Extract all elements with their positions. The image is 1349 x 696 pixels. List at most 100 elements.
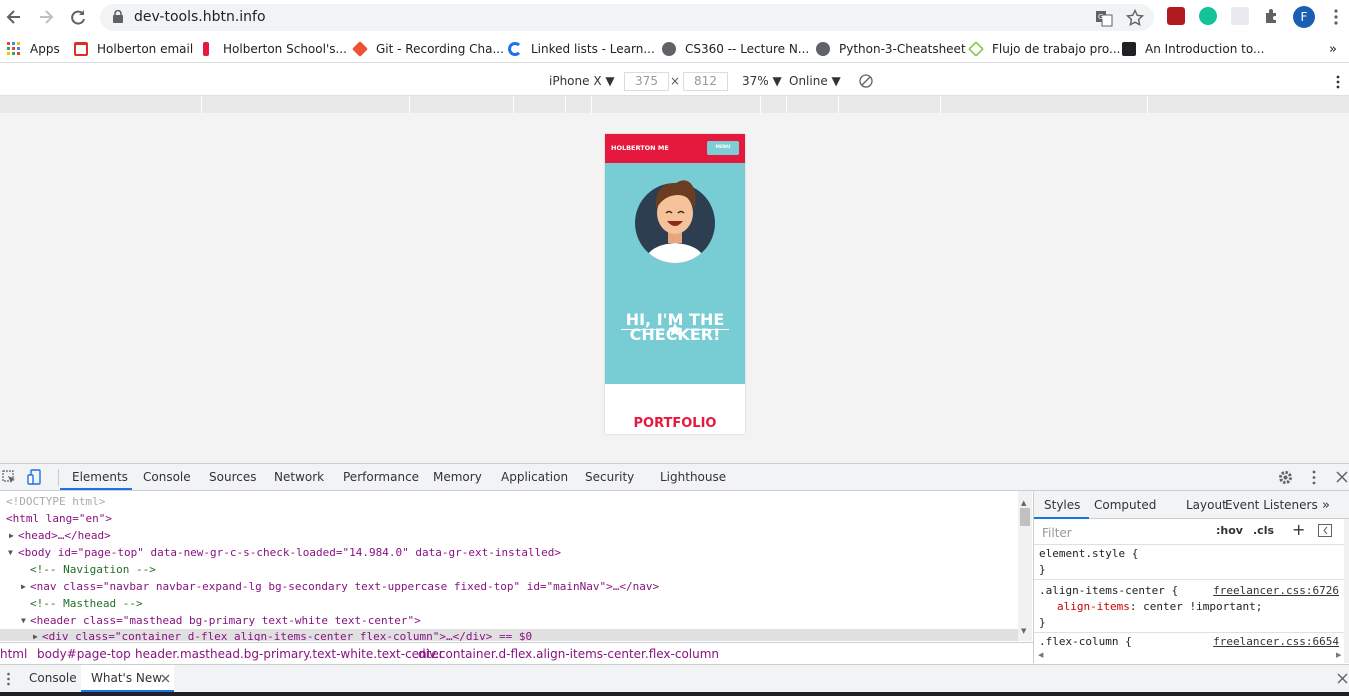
bookmark-introduction[interactable]: An Introduction to... bbox=[1122, 41, 1264, 57]
drawer-tab-whats-new[interactable]: What's New bbox=[91, 671, 162, 685]
bookmark-flujo[interactable]: Flujo de trabajo pro... bbox=[968, 41, 1120, 57]
tab-network[interactable]: Network bbox=[274, 470, 324, 484]
close-tab-icon[interactable] bbox=[161, 674, 170, 683]
height-input[interactable]: 812 bbox=[683, 72, 728, 91]
bookmark-linked-lists[interactable]: Linked lists - Learn... bbox=[508, 41, 655, 57]
tab-styles[interactable]: Styles bbox=[1044, 498, 1080, 512]
cls-toggle[interactable]: .cls bbox=[1253, 524, 1274, 537]
styles-scrollbar[interactable] bbox=[1344, 519, 1349, 663]
tab-sources[interactable]: Sources bbox=[209, 470, 256, 484]
tab-memory[interactable]: Memory bbox=[433, 470, 482, 484]
rule-source-link[interactable]: freelancer.css:6726 bbox=[1213, 584, 1339, 597]
close-drawer-icon[interactable] bbox=[1337, 673, 1348, 684]
more-tabs-icon[interactable]: » bbox=[1322, 498, 1330, 513]
dom-line[interactable]: <!-- Navigation --> bbox=[30, 561, 1018, 578]
close-devtools-icon[interactable] bbox=[1336, 471, 1348, 483]
bookmark-apps[interactable]: Apps bbox=[7, 41, 60, 57]
styles-filter-input[interactable]: Filter bbox=[1039, 524, 1206, 542]
forward-arrow-icon[interactable] bbox=[35, 6, 57, 28]
device-toggle-icon[interactable] bbox=[27, 469, 43, 485]
device-select[interactable]: iPhone X ▼ bbox=[549, 74, 615, 88]
scroll-left-icon[interactable]: ◀ bbox=[1038, 651, 1043, 659]
toggle-sidebar-icon[interactable] bbox=[1318, 524, 1332, 537]
rule-source-link[interactable]: freelancer.css:6654 bbox=[1213, 635, 1339, 648]
zoom-select[interactable]: 37% ▼ bbox=[742, 74, 782, 88]
css-declaration[interactable]: align-items: center !important; bbox=[1057, 600, 1262, 613]
chrome-menu-icon[interactable] bbox=[1331, 8, 1341, 26]
dom-line-selected[interactable]: <div class="container d-flex align-items… bbox=[42, 628, 1018, 641]
apps-grid-icon bbox=[7, 42, 20, 55]
collapse-triangle-icon[interactable]: ▼ bbox=[8, 548, 13, 557]
rule-close: } bbox=[1039, 616, 1046, 629]
dom-line[interactable]: <body id="page-top" data-new-gr-c-s-chec… bbox=[18, 544, 1018, 561]
elements-scrollbar[interactable]: ▲ ▼ bbox=[1018, 491, 1032, 641]
network-throttle-select[interactable]: Online ▼ bbox=[789, 74, 841, 88]
breadcrumb: html body#page-top header.masthead.bg-pr… bbox=[0, 642, 1033, 664]
breadcrumb-item[interactable]: html bbox=[0, 647, 27, 661]
width-input[interactable]: 375 bbox=[624, 72, 669, 91]
elements-tree[interactable]: <!DOCTYPE html> <html lang="en"> <head>…… bbox=[0, 491, 1018, 641]
puzzle-icon[interactable] bbox=[1263, 8, 1280, 25]
bookmark-label: Holberton email bbox=[97, 42, 194, 56]
address-bar[interactable]: dev-tools.hbtn.info G bbox=[100, 4, 1154, 31]
tab-elements[interactable]: Elements bbox=[72, 470, 128, 484]
tab-computed[interactable]: Computed bbox=[1094, 498, 1156, 512]
drawer-menu-icon[interactable] bbox=[6, 672, 11, 686]
bookmark-star-icon[interactable] bbox=[1126, 9, 1144, 27]
dom-line[interactable]: <nav class="navbar navbar-expand-lg bg-s… bbox=[30, 578, 1018, 595]
bookmark-holberton-school[interactable]: Holberton School's... bbox=[203, 41, 347, 57]
collapse-triangle-icon[interactable]: ▼ bbox=[21, 616, 26, 625]
more-bookmarks-icon[interactable]: » bbox=[1329, 41, 1337, 57]
tab-console[interactable]: Console bbox=[143, 470, 191, 484]
breadcrumb-item-active[interactable]: div.container.d-flex.align-items-center.… bbox=[418, 647, 719, 661]
element-style-rule[interactable]: element.style { bbox=[1039, 547, 1138, 560]
expand-triangle-icon[interactable]: ▶ bbox=[21, 582, 26, 591]
dom-line[interactable]: <!DOCTYPE html> bbox=[6, 493, 1018, 510]
rule-selector[interactable]: .flex-column { bbox=[1039, 635, 1132, 648]
device-toolbar-menu-icon[interactable] bbox=[1335, 75, 1341, 89]
extension-icon[interactable] bbox=[1231, 7, 1249, 25]
new-rule-plus-icon[interactable]: + bbox=[1292, 520, 1305, 539]
breadcrumb-item[interactable]: body#page-top bbox=[37, 647, 131, 661]
tab-application[interactable]: Application bbox=[501, 470, 568, 484]
page-brand[interactable]: HOLBERTON ME bbox=[611, 144, 669, 152]
bookmark-cs360[interactable]: CS360 -- Lecture N... bbox=[662, 41, 809, 57]
reload-icon[interactable] bbox=[67, 6, 89, 28]
translate-icon[interactable]: G bbox=[1095, 9, 1113, 27]
tab-layout[interactable]: Layout bbox=[1186, 498, 1227, 512]
bookmark-python-cheatsheet[interactable]: Python-3-Cheatsheet bbox=[816, 41, 966, 57]
dom-line[interactable]: <header class="masthead bg-primary text-… bbox=[30, 612, 1018, 629]
back-arrow-icon[interactable] bbox=[3, 6, 25, 28]
emulated-page[interactable]: HOLBERTON ME MENU HI, I'M THE CHECKER! P… bbox=[605, 134, 745, 434]
tab-security[interactable]: Security bbox=[585, 470, 634, 484]
tab-event-listeners[interactable]: Event Listeners bbox=[1225, 498, 1318, 512]
dom-line[interactable]: <html lang="en"> bbox=[6, 510, 1018, 527]
drawer-tab-console[interactable]: Console bbox=[29, 671, 77, 685]
settings-gear-icon[interactable] bbox=[1278, 470, 1293, 485]
url-text[interactable]: dev-tools.hbtn.info bbox=[134, 9, 266, 25]
profile-avatar[interactable]: F bbox=[1293, 6, 1315, 28]
bookmark-git[interactable]: Git - Recording Cha... bbox=[352, 41, 504, 57]
bookmark-holberton-email[interactable]: Holberton email bbox=[74, 41, 193, 57]
grammarly-extension-icon[interactable] bbox=[1199, 7, 1217, 25]
rule-selector[interactable]: .align-items-center { bbox=[1039, 584, 1178, 597]
hov-toggle[interactable]: :hov bbox=[1216, 524, 1243, 537]
devtools-menu-icon[interactable] bbox=[1311, 470, 1317, 485]
media-query-bar[interactable] bbox=[0, 96, 1349, 113]
tab-performance[interactable]: Performance bbox=[343, 470, 419, 484]
pdf-extension-icon[interactable] bbox=[1167, 7, 1185, 25]
expand-triangle-icon[interactable]: ▶ bbox=[33, 632, 38, 641]
rotate-icon[interactable] bbox=[859, 74, 873, 88]
devtools-tabbar: Elements Console Sources Network Perform… bbox=[0, 463, 1349, 491]
menu-button[interactable]: MENU bbox=[707, 141, 739, 155]
expand-triangle-icon[interactable]: ▶ bbox=[9, 531, 14, 540]
breadcrumb-item[interactable]: header.masthead.bg-primary.text-white.te… bbox=[135, 647, 444, 661]
dom-line[interactable]: <head>…</head> bbox=[18, 527, 1018, 544]
gmail-icon bbox=[74, 42, 88, 56]
inspect-element-icon[interactable] bbox=[2, 470, 16, 484]
scroll-thumb[interactable] bbox=[1020, 508, 1030, 526]
scroll-right-icon[interactable]: ▶ bbox=[1336, 651, 1341, 659]
dom-line[interactable]: <!-- Masthead --> bbox=[30, 595, 1018, 612]
tab-lighthouse[interactable]: Lighthouse bbox=[660, 470, 726, 484]
bookmark-label: CS360 -- Lecture N... bbox=[685, 42, 810, 56]
